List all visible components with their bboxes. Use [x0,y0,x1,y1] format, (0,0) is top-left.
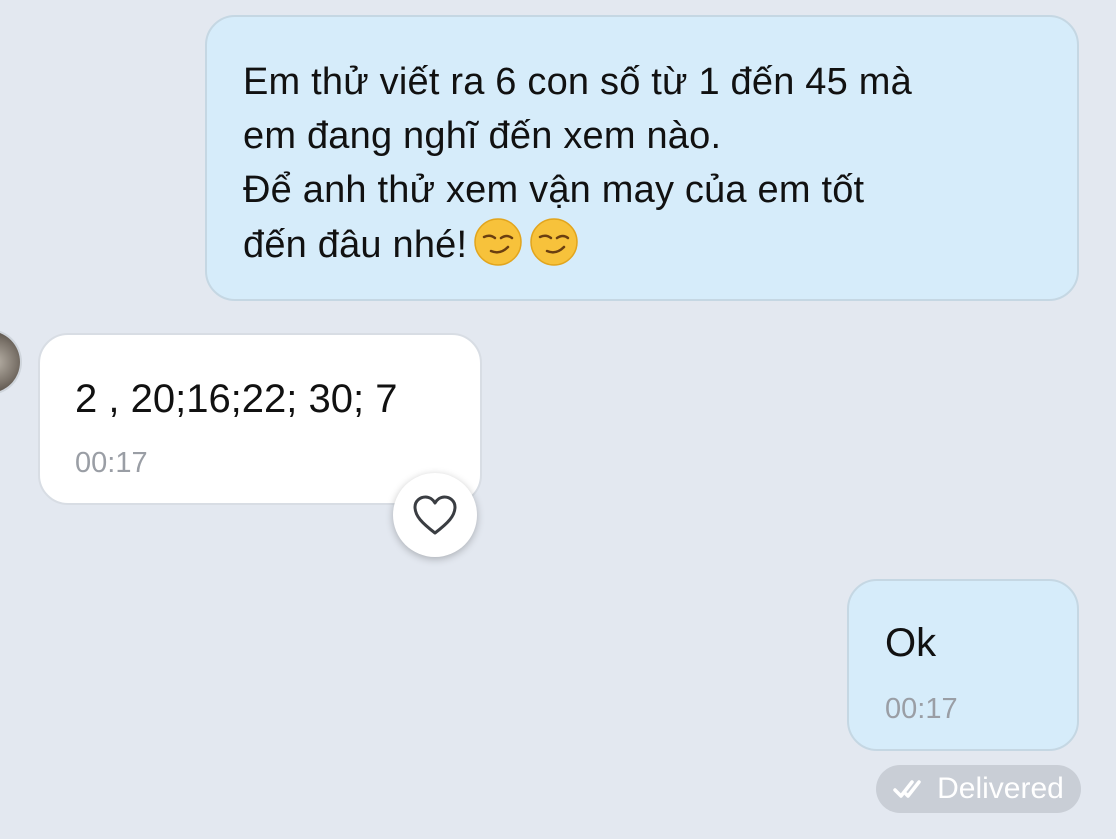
delivered-status-badge: Delivered [876,765,1081,813]
delivered-label: Delivered [937,772,1064,805]
message-bubble-outgoing[interactable]: Ok 00:17 [847,579,1079,751]
message-bubble-outgoing[interactable]: Em thử viết ra 6 con số từ 1 đến 45 mà e… [205,15,1079,301]
react-heart-button[interactable] [393,473,477,557]
message-text: Ok [885,621,937,665]
message-text: Em thử viết ra 6 con số từ 1 đến 45 mà e… [243,61,912,266]
smirking-face-emoji-icon [530,218,579,266]
message-timestamp: 00:17 [885,693,958,725]
contact-avatar[interactable] [0,331,20,393]
smirking-face-emoji-icon [474,218,523,266]
message-text: 2 , 20;16;22; 30; 7 [75,377,398,421]
double-check-icon [893,780,921,798]
heart-icon [413,495,457,535]
